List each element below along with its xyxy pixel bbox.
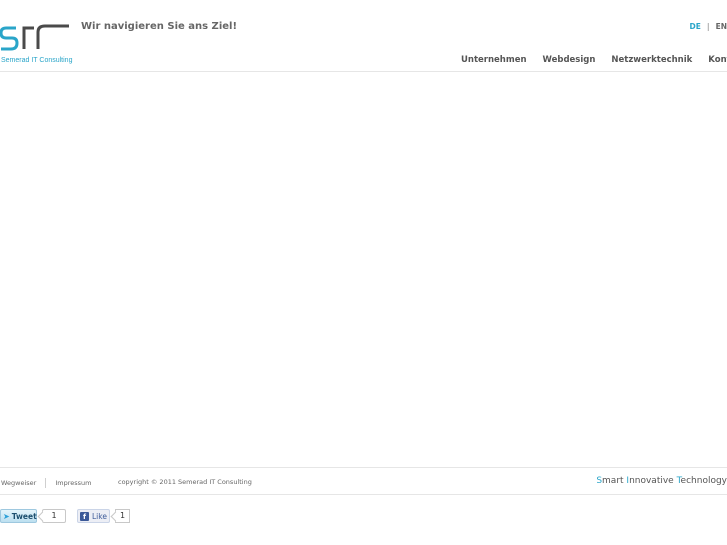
tweet-count: 1 (42, 509, 66, 523)
lang-de-link[interactable]: DE (689, 22, 700, 31)
tagline: Wir navigieren Sie ans Ziel! (81, 21, 238, 32)
facebook-icon: f (80, 511, 89, 521)
footer-slogan: Smart Innovative Technology (596, 476, 727, 486)
footer-link-divider (45, 478, 47, 488)
slogan-nnovative: nnovative (629, 476, 677, 486)
tweet-label: Tweet (11, 511, 37, 521)
footer-links: Wegweiser Impressum (1, 478, 92, 488)
footer-divider-top (0, 467, 727, 468)
lang-en-link[interactable]: EN (716, 22, 727, 31)
nav-webdesign[interactable]: Webdesign (543, 55, 596, 65)
slogan-echnology: echnology (680, 476, 727, 486)
footer-link-impressum[interactable]: Impressum (55, 479, 91, 487)
main-nav: Unternehmen Webdesign Netzwerktechnik Ko… (461, 55, 727, 65)
copyright-text: copyright © 2011 Semerad IT Consulting (118, 478, 252, 486)
header-divider (0, 71, 727, 72)
slogan-mart: mart (602, 476, 627, 486)
nav-kontakt[interactable]: Kontakt (708, 55, 727, 65)
twitter-bird-icon: ➤ (3, 511, 10, 521)
nav-unternehmen[interactable]: Unternehmen (461, 55, 527, 65)
like-count: 1 (115, 509, 130, 523)
logo-caption: Semerad IT Consulting (1, 57, 73, 64)
language-switcher: DE | EN (689, 22, 727, 31)
nav-netzwerktechnik[interactable]: Netzwerktechnik (611, 55, 692, 65)
like-label: Like (92, 511, 107, 521)
footer-link-wegweiser[interactable]: Wegweiser (1, 479, 36, 487)
like-button[interactable]: f Like (77, 509, 110, 523)
sir-logo-icon (0, 24, 69, 51)
tweet-button[interactable]: ➤ Tweet (0, 509, 37, 523)
lang-separator: | (706, 22, 710, 31)
footer-divider-bottom (0, 494, 727, 495)
